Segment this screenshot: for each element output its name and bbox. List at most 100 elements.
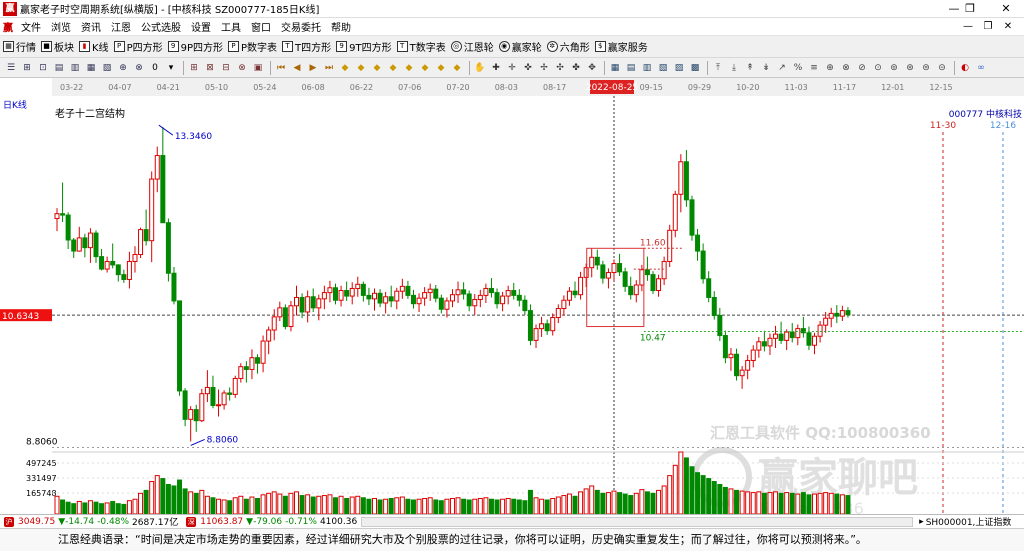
candle-body [700, 250, 706, 280]
tool-0-icon[interactable]: ☰ [4, 61, 18, 75]
draw-5-icon[interactable]: ✣ [553, 61, 567, 75]
window-0-icon[interactable]: ▦ [608, 61, 622, 75]
menu-formula[interactable]: 公式选股 [136, 19, 186, 34]
9p-square-button[interactable]: 9 9P四方形 [167, 39, 223, 54]
marker-0-icon[interactable]: ◆ [338, 61, 352, 75]
link-icon[interactable]: ∞ [974, 61, 988, 75]
mdi-restore-button[interactable]: ❐ [980, 18, 996, 36]
counter-dropdown-icon[interactable]: ▾ [164, 61, 178, 75]
layout-3-icon[interactable]: ⊗ [235, 61, 249, 75]
draw-3-icon[interactable]: ✜ [521, 61, 535, 75]
menu-trade[interactable]: 交易委托 [276, 19, 326, 34]
menu-browse[interactable]: 浏览 [46, 19, 76, 34]
tool-7-icon[interactable]: ⊕ [116, 61, 130, 75]
layout-4-icon[interactable]: ▣ [251, 61, 265, 75]
analysis-3-icon[interactable]: ↡ [759, 61, 773, 75]
candle-body [555, 308, 561, 319]
draw-1-icon[interactable]: ✚ [489, 61, 503, 75]
marker-3-icon[interactable]: ◆ [386, 61, 400, 75]
marker-5-icon[interactable]: ◆ [418, 61, 432, 75]
analysis-9-icon[interactable]: ⊘ [855, 61, 869, 75]
analysis-11-icon[interactable]: ⊚ [887, 61, 901, 75]
tool-5-icon[interactable]: ▦ [84, 61, 98, 75]
tool-3-icon[interactable]: ▤ [52, 61, 66, 75]
marker-7-icon[interactable]: ◆ [450, 61, 464, 75]
draw-0-icon[interactable]: ✋ [473, 61, 487, 75]
analysis-4-icon[interactable]: ↗ [775, 61, 789, 75]
layout-1-icon[interactable]: ⊠ [203, 61, 217, 75]
window-4-icon[interactable]: ▨ [672, 61, 686, 75]
maximize-button[interactable]: ❐ [956, 0, 984, 18]
nav-3-icon[interactable]: ⏭ [322, 61, 336, 75]
draw-6-icon[interactable]: ✤ [569, 61, 583, 75]
menu-tools[interactable]: 工具 [216, 19, 246, 34]
volume-bar [182, 488, 188, 514]
nav-0-icon[interactable]: ⏮ [274, 61, 288, 75]
tool-6-icon[interactable]: ▧ [100, 61, 114, 75]
tool-4-icon[interactable]: ▥ [68, 61, 82, 75]
menu-news[interactable]: 资讯 [76, 19, 106, 34]
candle-body [383, 296, 389, 304]
kline-chart[interactable]: 汇恩工具软件 QQ:100800360赢家聊吧liaoba.yi**36日K线老… [0, 96, 1024, 514]
mdi-minimize-button[interactable]: — [960, 18, 976, 36]
marker-1-icon[interactable]: ◆ [354, 61, 368, 75]
window-1-icon[interactable]: ▤ [624, 61, 638, 75]
hexagon-button[interactable]: ✲ 六角形 [546, 39, 590, 54]
analysis-7-icon[interactable]: ⊕ [823, 61, 837, 75]
window-3-icon[interactable]: ▧ [656, 61, 670, 75]
analysis-13-icon[interactable]: ⊜ [919, 61, 933, 75]
index-selector-icon[interactable]: ▸ [919, 517, 924, 527]
gann-wheel-button[interactable]: ◎ 江恩轮 [450, 39, 494, 54]
window-5-icon[interactable]: ▩ [688, 61, 702, 75]
draw-7-icon[interactable]: ✥ [585, 61, 599, 75]
analysis-12-icon[interactable]: ⊛ [903, 61, 917, 75]
menu-window[interactable]: 窗口 [246, 19, 276, 34]
volume-bar [845, 495, 851, 514]
analysis-2-icon[interactable]: ↟ [743, 61, 757, 75]
layout-0-icon[interactable]: ⊞ [187, 61, 201, 75]
close-button[interactable]: ✕ [992, 0, 1020, 18]
p-number-table-button[interactable]: P P数字表 [228, 39, 277, 54]
t-number-table-button[interactable]: T T数字表 [396, 39, 446, 54]
status-scrollbar[interactable] [361, 516, 914, 527]
mdi-close-button[interactable]: ✕ [1000, 18, 1016, 36]
menu-file[interactable]: 文件 [16, 19, 46, 34]
volume-bar [628, 495, 634, 514]
p-square-button[interactable]: P P四方形 [113, 39, 163, 54]
analysis-6-icon[interactable]: ≡ [807, 61, 821, 75]
winner-wheel-button[interactable]: ◉ 赢家轮 [498, 39, 542, 54]
quotes-button[interactable]: ▦ 行情 [3, 39, 36, 54]
nav-2-icon[interactable]: ▶ [306, 61, 320, 75]
draw-2-icon[interactable]: ✛ [505, 61, 519, 75]
9t-square-button[interactable]: 9 9T四方形 [336, 39, 392, 54]
marker-2-icon[interactable]: ◆ [370, 61, 384, 75]
current-index-label[interactable]: SH000001,上证指数 [926, 515, 1012, 528]
counter-value[interactable]: 0 [148, 61, 162, 75]
analysis-5-icon[interactable]: % [791, 61, 805, 75]
menu-settings[interactable]: 设置 [186, 19, 216, 34]
service-button[interactable]: $ 赢家服务 [594, 39, 648, 54]
marker-6-icon[interactable]: ◆ [434, 61, 448, 75]
analysis-0-icon[interactable]: ⤒ [711, 61, 725, 75]
marker-4-icon[interactable]: ◆ [402, 61, 416, 75]
candle-body [199, 393, 205, 422]
analysis-10-icon[interactable]: ⊙ [871, 61, 885, 75]
analysis-1-icon[interactable]: ⤓ [727, 61, 741, 75]
draw-4-icon[interactable]: ✢ [537, 61, 551, 75]
tool-2-icon[interactable]: ⊡ [36, 61, 50, 75]
nav-1-icon[interactable]: ◀ [290, 61, 304, 75]
candle-body [177, 300, 183, 392]
color-icon[interactable]: ◐ [958, 61, 972, 75]
candle-body [221, 392, 227, 406]
tool-8-icon[interactable]: ⊗ [132, 61, 146, 75]
menu-gann[interactable]: 江恩 [106, 19, 136, 34]
t-square-button[interactable]: T T四方形 [282, 39, 331, 54]
analysis-8-icon[interactable]: ⊗ [839, 61, 853, 75]
sectors-button[interactable]: ■ 板块 [41, 39, 74, 54]
window-2-icon[interactable]: ▥ [640, 61, 654, 75]
menu-help[interactable]: 帮助 [326, 19, 356, 34]
tool-1-icon[interactable]: ⊞ [20, 61, 34, 75]
analysis-14-icon[interactable]: ⊝ [935, 61, 949, 75]
layout-2-icon[interactable]: ⊟ [219, 61, 233, 75]
kline-button[interactable]: ▮ K线 [79, 39, 109, 54]
